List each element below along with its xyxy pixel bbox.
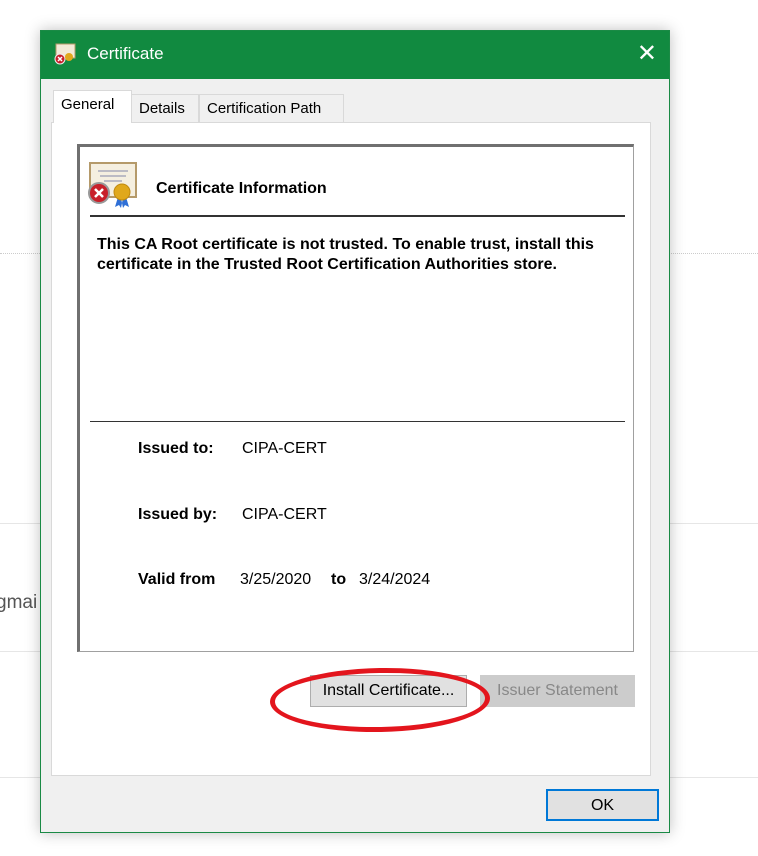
certificate-info-box: Certificate Information This CA Root cer… [77, 144, 634, 652]
tab-general[interactable]: General [53, 90, 132, 123]
issued-to-value: CIPA-CERT [242, 440, 327, 457]
certificate-error-icon [54, 43, 76, 65]
tab-certification-path[interactable]: Certification Path [199, 94, 344, 122]
valid-from-value: 3/25/2020 [240, 571, 312, 588]
background-text: gmai [0, 592, 38, 613]
divider [90, 421, 625, 422]
issued-to-label: Issued to: [138, 440, 214, 457]
issuer-statement-button: Issuer Statement [480, 675, 635, 707]
close-icon[interactable]: ✕ [637, 39, 657, 68]
valid-to-label: to [331, 571, 347, 588]
issued-by-value: CIPA-CERT [242, 506, 327, 523]
title-bar[interactable]: Certificate ✕ [41, 31, 669, 79]
divider [90, 215, 625, 217]
ok-button[interactable]: OK [546, 789, 659, 821]
certificate-untrusted-icon [88, 162, 137, 208]
issued-by-label: Issued by: [138, 506, 218, 523]
certificate-info-heading: Certificate Information [156, 180, 327, 197]
trust-message: This CA Root certificate is not trusted.… [97, 236, 594, 273]
tab-details[interactable]: Details [131, 94, 199, 122]
install-certificate-button[interactable]: Install Certificate... [310, 675, 467, 707]
dialog-title: Certificate [87, 44, 164, 63]
valid-to-value: 3/24/2024 [359, 571, 431, 588]
valid-from-label: Valid from [138, 571, 216, 588]
certificate-dialog: Certificate ✕ General Details Certificat… [40, 30, 670, 833]
